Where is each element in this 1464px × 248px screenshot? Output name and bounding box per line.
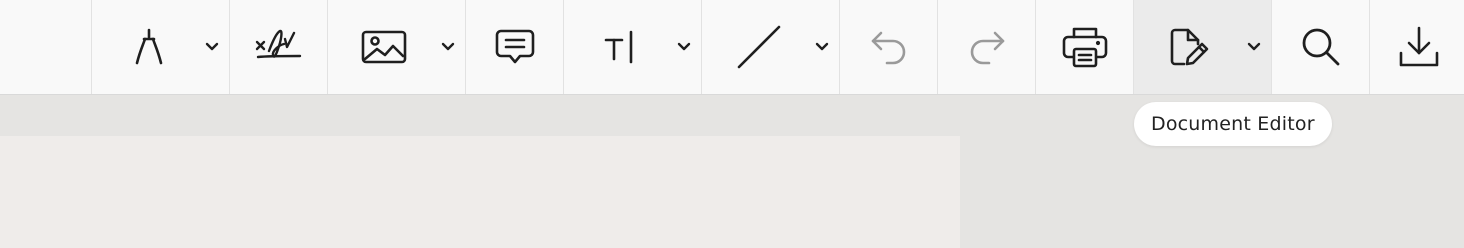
text-cursor-icon (603, 28, 639, 66)
image-tool-button[interactable] (328, 0, 434, 94)
chevron-down-icon (815, 42, 829, 52)
signature-icon (254, 25, 304, 69)
comment-icon (494, 27, 536, 67)
annotation-toolbar (91, 0, 1464, 94)
image-tool-group[interactable] (328, 0, 466, 94)
line-tool-group[interactable] (702, 0, 840, 94)
redo-icon (967, 29, 1007, 65)
download-icon (1398, 25, 1440, 69)
text-tool-dropdown[interactable] (670, 0, 698, 94)
pen-tool-dropdown[interactable] (198, 0, 226, 94)
download-button[interactable] (1370, 0, 1464, 94)
document-editor-button[interactable] (1134, 0, 1240, 94)
print-button[interactable] (1036, 0, 1134, 94)
search-icon (1300, 26, 1342, 68)
chevron-down-icon (205, 42, 219, 52)
pen-tool-group[interactable] (92, 0, 230, 94)
undo-button[interactable] (840, 0, 938, 94)
document-edit-icon (1167, 24, 1213, 70)
image-tool-dropdown[interactable] (434, 0, 462, 94)
search-button[interactable] (1272, 0, 1370, 94)
tooltip-text: Document Editor (1151, 113, 1315, 135)
chevron-down-icon (1247, 42, 1261, 52)
chevron-down-icon (441, 42, 455, 52)
text-tool-group[interactable] (564, 0, 702, 94)
image-icon (361, 29, 407, 65)
pen-nib-icon (132, 27, 166, 67)
document-page[interactable] (0, 136, 960, 248)
document-editor-tooltip: Document Editor (1134, 102, 1332, 146)
line-tool-dropdown[interactable] (808, 0, 836, 94)
printer-icon (1061, 24, 1109, 70)
signature-tool-button[interactable] (230, 0, 328, 94)
document-editor-dropdown[interactable] (1240, 0, 1268, 94)
comment-tool-button[interactable] (466, 0, 564, 94)
line-tool-button[interactable] (702, 0, 808, 94)
document-editor-group[interactable] (1134, 0, 1272, 94)
redo-button[interactable] (938, 0, 1036, 94)
text-tool-button[interactable] (564, 0, 670, 94)
pen-tool-button[interactable] (92, 0, 198, 94)
undo-icon (869, 29, 909, 65)
line-icon (735, 23, 783, 71)
chevron-down-icon (677, 42, 691, 52)
